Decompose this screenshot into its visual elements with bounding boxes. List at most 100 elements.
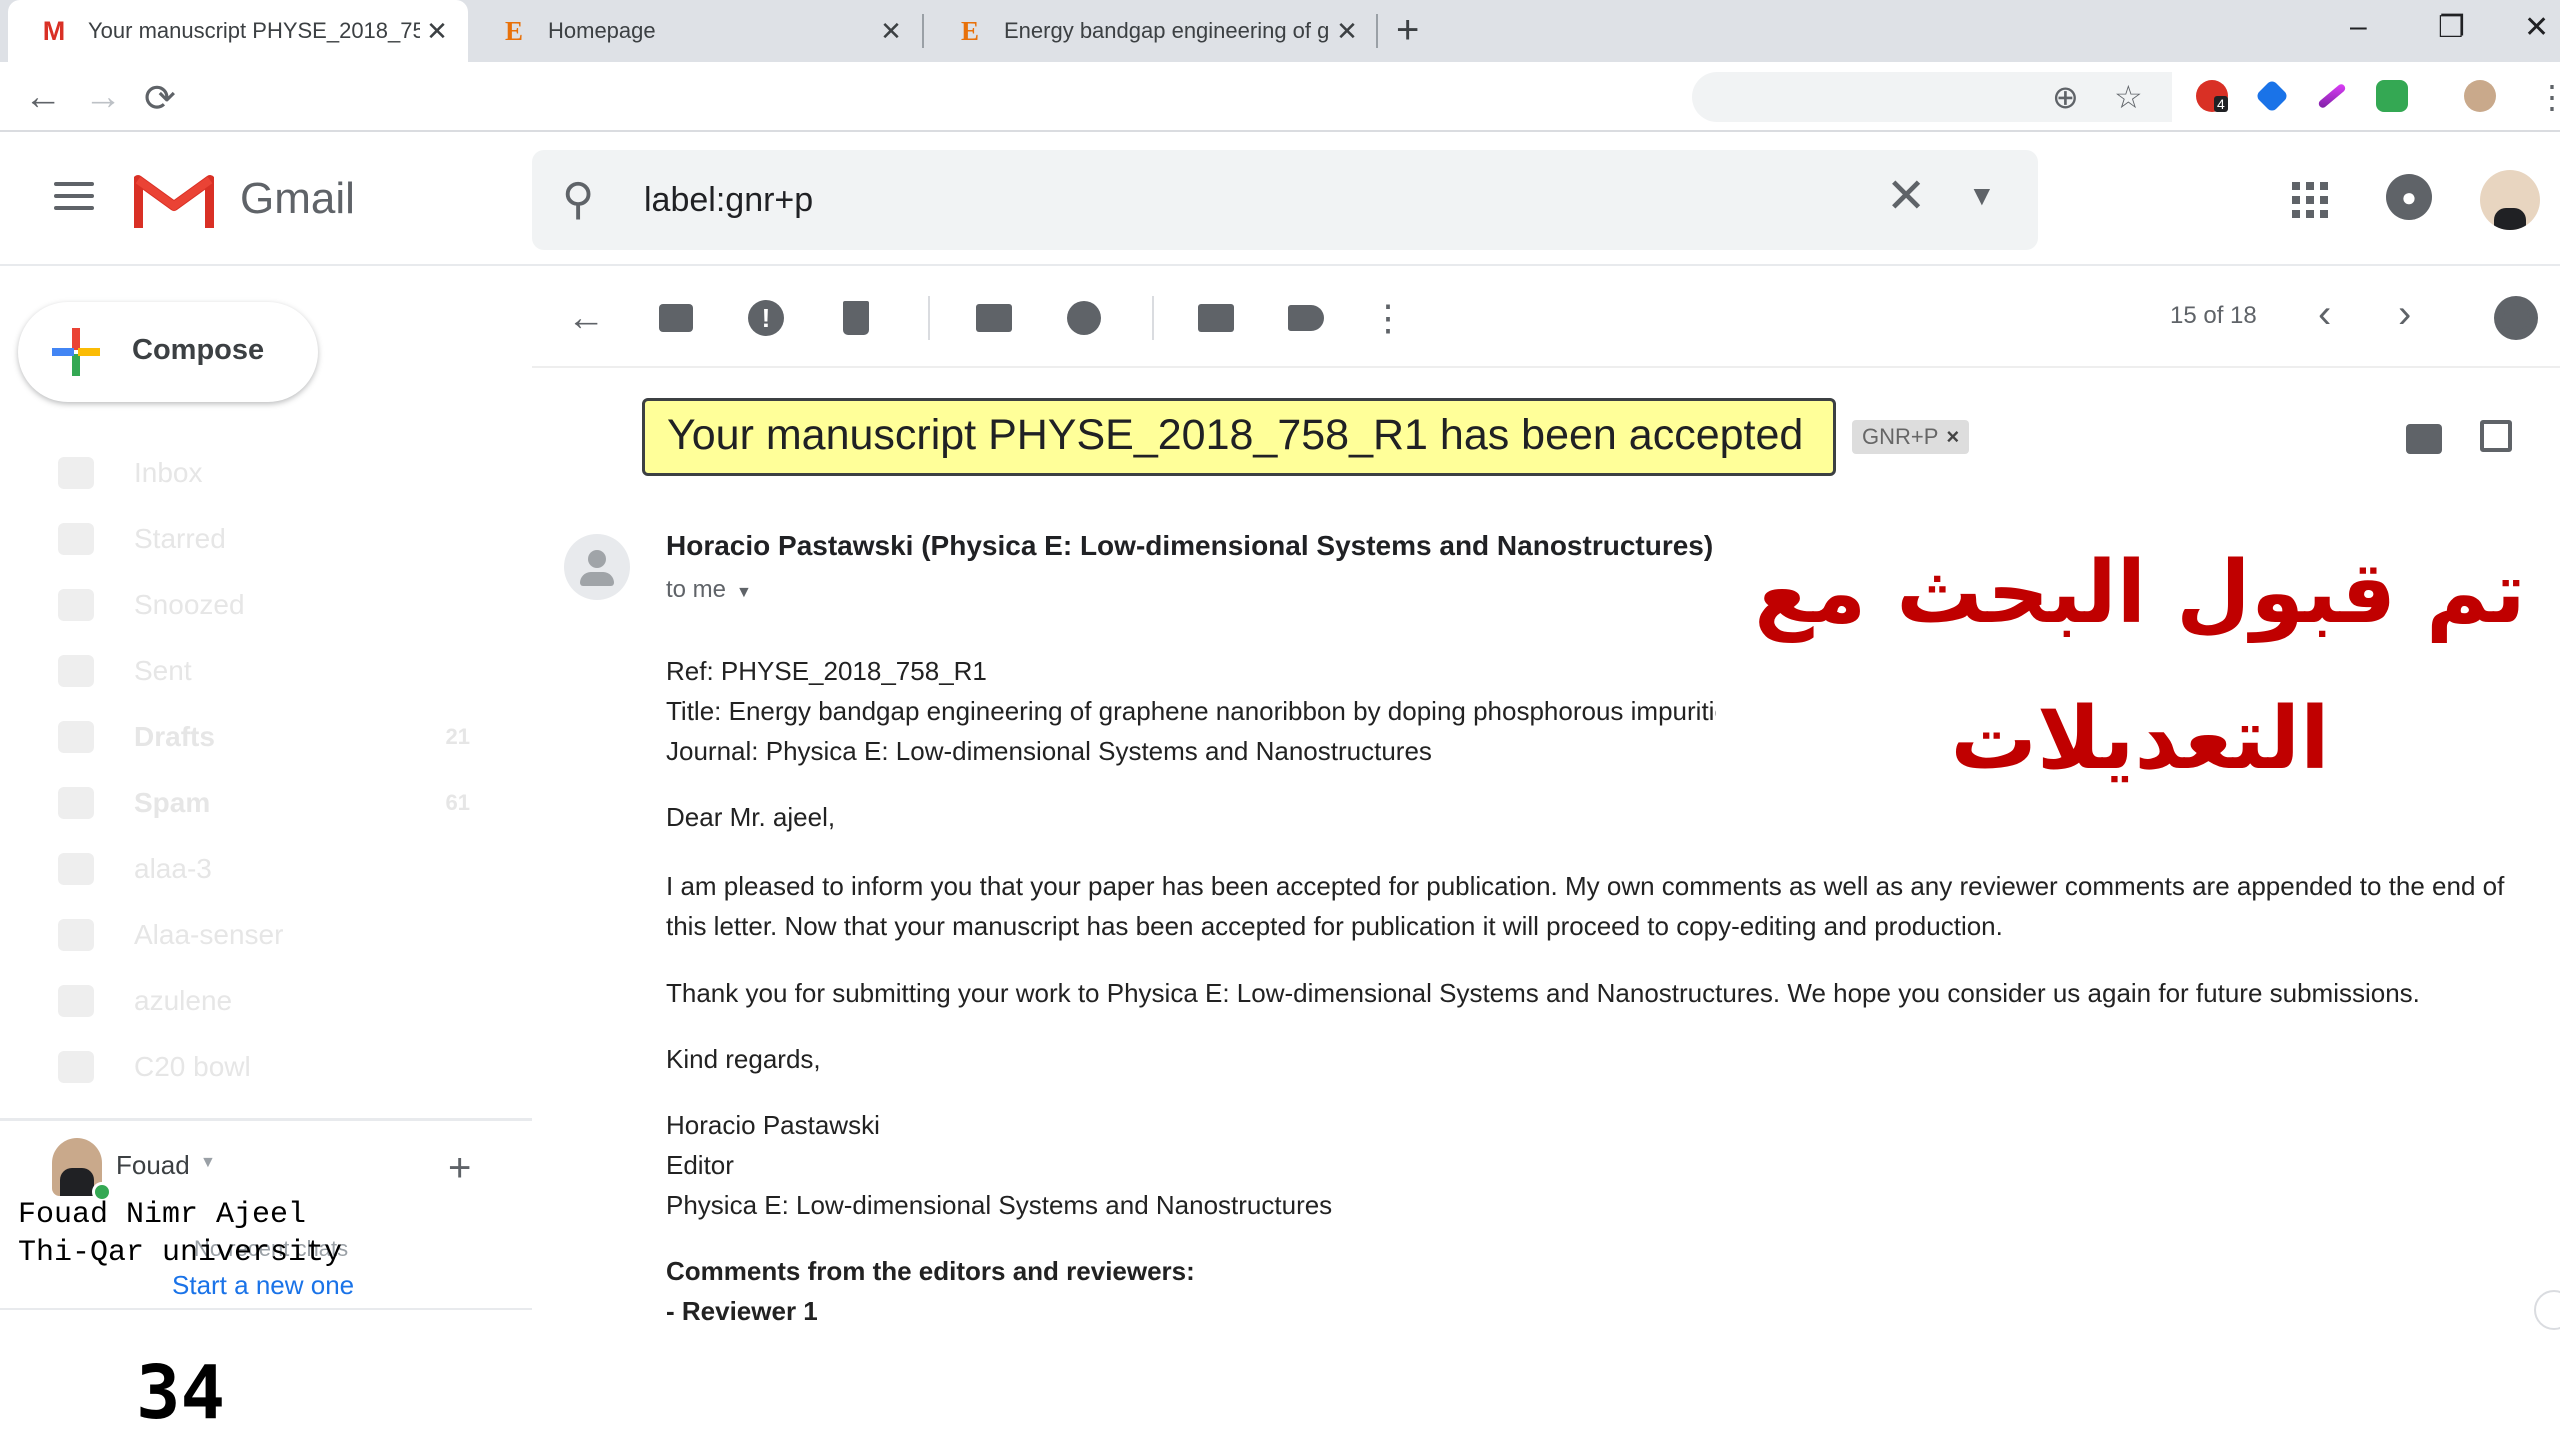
sidebar-item-label: Alaa-senser [134, 919, 284, 950]
gmail-logo-icon[interactable] [134, 170, 214, 230]
extension-pen-icon[interactable] [2317, 82, 2347, 110]
ref-line: Ref: PHYSE_2018_758_R1 [666, 656, 987, 686]
new-tab-button[interactable]: + [1396, 8, 1419, 53]
label-icon [58, 919, 94, 951]
extension-blue-icon[interactable] [2255, 79, 2289, 113]
label-icon [58, 853, 94, 885]
sender-name: Horacio Pastawski (Physica E: Low-dimens… [666, 530, 1714, 561]
search-icon[interactable]: ⚲ [562, 174, 594, 225]
sidebar-item-label: C20 bowl [134, 1051, 251, 1082]
sidebar-item-label-alaa-3[interactable]: alaa-3 [0, 836, 530, 902]
reload-button[interactable]: ⟳ [144, 76, 176, 121]
sidebar-item-starred[interactable]: Starred [0, 506, 530, 572]
restore-button[interactable]: ❐ [2438, 10, 2465, 45]
sidebar-item-label: Starred [134, 523, 226, 554]
print-icon[interactable] [2406, 424, 2442, 454]
account-avatar[interactable] [2480, 170, 2540, 230]
sidebar-divider [0, 1118, 532, 1121]
sidebar-item-spam[interactable]: Spam 61 [0, 770, 530, 836]
label-icon [58, 985, 94, 1017]
signature-role: Editor [666, 1150, 734, 1180]
signature-journal: Physica E: Low-dimensional Systems and N… [666, 1190, 1333, 1220]
recipient-details[interactable]: to me ▼ [666, 576, 752, 604]
sidebar-item-drafts[interactable]: Drafts 21 [0, 704, 530, 770]
zoom-icon[interactable]: ⊕ [2052, 78, 2079, 116]
delete-icon[interactable] [834, 296, 878, 340]
browser-address-bar: ← → ⟳ ⊕ ☆ 4 ⋮ [0, 62, 2560, 132]
scroll-down-icon[interactable] [2534, 1290, 2560, 1330]
close-tab-icon[interactable]: ✕ [1330, 16, 1364, 47]
label-icon[interactable] [1284, 296, 1328, 340]
closing: Kind regards, [666, 1044, 821, 1074]
signature-name: Horacio Pastawski [666, 1110, 880, 1140]
move-to-icon[interactable] [1194, 296, 1238, 340]
google-apps-icon[interactable] [2292, 182, 2328, 218]
chevron-down-icon[interactable]: ▼ [736, 584, 752, 601]
report-spam-icon[interactable]: ! [744, 296, 788, 340]
snooze-icon[interactable] [1062, 296, 1106, 340]
hangouts-user-name[interactable]: Fouad [116, 1150, 190, 1181]
browser-tab-strip: M Your manuscript PHYSE_2018_75 ✕ E Home… [0, 0, 2560, 62]
arabic-caption: تم قبول البحث مع التعديلات [1754, 543, 2526, 789]
back-button[interactable]: ← [24, 76, 62, 119]
elsevier-favicon-icon: E [960, 15, 979, 46]
sidebar-item-sent[interactable]: Sent [0, 638, 530, 704]
settings-gear-icon[interactable] [2494, 296, 2538, 340]
forward-button[interactable]: → [84, 76, 122, 119]
sidebar-item-label: Drafts [134, 721, 215, 752]
sidebar-item-label-c20-bowl[interactable]: C20 bowl [0, 1034, 530, 1100]
tab-gmail[interactable]: M Your manuscript PHYSE_2018_75 ✕ [8, 0, 468, 62]
open-in-new-window-icon[interactable] [2480, 420, 2512, 452]
reviewer-line: - Reviewer 1 [666, 1296, 818, 1326]
comments-heading: Comments from the editors and reviewers: [666, 1256, 1195, 1286]
draft-icon [58, 721, 94, 753]
tab-homepage[interactable]: E Homepage ✕ [468, 0, 922, 62]
label-chip[interactable]: GNR+P × [1852, 420, 1970, 454]
sidebar-item-label: Snoozed [134, 589, 245, 620]
new-conversation-icon[interactable]: + [448, 1146, 471, 1191]
sender-avatar [564, 534, 630, 600]
close-tab-icon[interactable]: ✕ [874, 16, 908, 47]
search-input[interactable] [642, 172, 1842, 228]
start-new-chat-link[interactable]: Start a new one [172, 1270, 354, 1301]
notifications-icon[interactable]: ● [2386, 174, 2432, 220]
bookmark-star-icon[interactable]: ☆ [2114, 78, 2143, 116]
compose-button[interactable]: Compose [18, 302, 318, 402]
tab-energy-bandgap[interactable]: E Energy bandgap engineering of g ✕ [924, 0, 1378, 62]
newer-button[interactable]: ‹ [2318, 292, 2331, 337]
extension-red-icon[interactable]: 4 [2196, 80, 2228, 112]
sidebar-nav: Inbox Starred Snoozed Sent Drafts 21 Spam… [0, 440, 530, 1100]
inbox-icon [58, 457, 94, 489]
close-tab-icon[interactable]: ✕ [420, 16, 454, 47]
sidebar-item-label-azulene[interactable]: azulene [0, 968, 530, 1034]
minimize-button[interactable]: – [2350, 10, 2367, 44]
sidebar-item-label-alaa-senser[interactable]: Alaa-senser [0, 902, 530, 968]
search-bar: ⚲ ✕ ▼ [532, 150, 2038, 250]
sidebar-item-snoozed[interactable]: Snoozed [0, 572, 530, 638]
extension-badge: 4 [2214, 96, 2228, 112]
close-window-button[interactable]: ✕ [2524, 10, 2549, 45]
extension-green-icon[interactable] [2376, 80, 2408, 112]
chrome-menu-icon[interactable]: ⋮ [2536, 78, 2560, 116]
paragraph-thanks: Thank you for submitting your work to Ph… [666, 978, 2420, 1008]
tab-title: Energy bandgap engineering of g [1004, 18, 1330, 43]
compose-plus-icon [52, 328, 100, 376]
mark-unread-icon[interactable] [972, 296, 1016, 340]
back-to-list-icon[interactable]: ← [564, 296, 608, 340]
archive-icon[interactable] [654, 296, 698, 340]
remove-label-icon[interactable]: × [1946, 424, 1959, 449]
profile-icon[interactable] [2464, 80, 2496, 112]
clear-search-icon[interactable]: ✕ [1886, 168, 1926, 224]
older-button[interactable]: › [2398, 292, 2411, 337]
chevron-down-icon[interactable]: ▼ [200, 1154, 216, 1172]
sidebar-item-inbox[interactable]: Inbox [0, 440, 530, 506]
page-number: 34 [136, 1350, 226, 1436]
greeting: Dear Mr. ajeel, [666, 802, 836, 832]
sidebar-item-label: Spam [134, 787, 211, 818]
label-icon [58, 1051, 94, 1083]
more-options-icon[interactable]: ⋮ [1366, 296, 1410, 340]
main-menu-icon[interactable] [54, 182, 94, 218]
search-options-icon[interactable]: ▼ [1968, 180, 1996, 212]
pagination-text: 15 of 18 [2170, 302, 2257, 329]
url-omnibox[interactable] [1692, 72, 2172, 122]
